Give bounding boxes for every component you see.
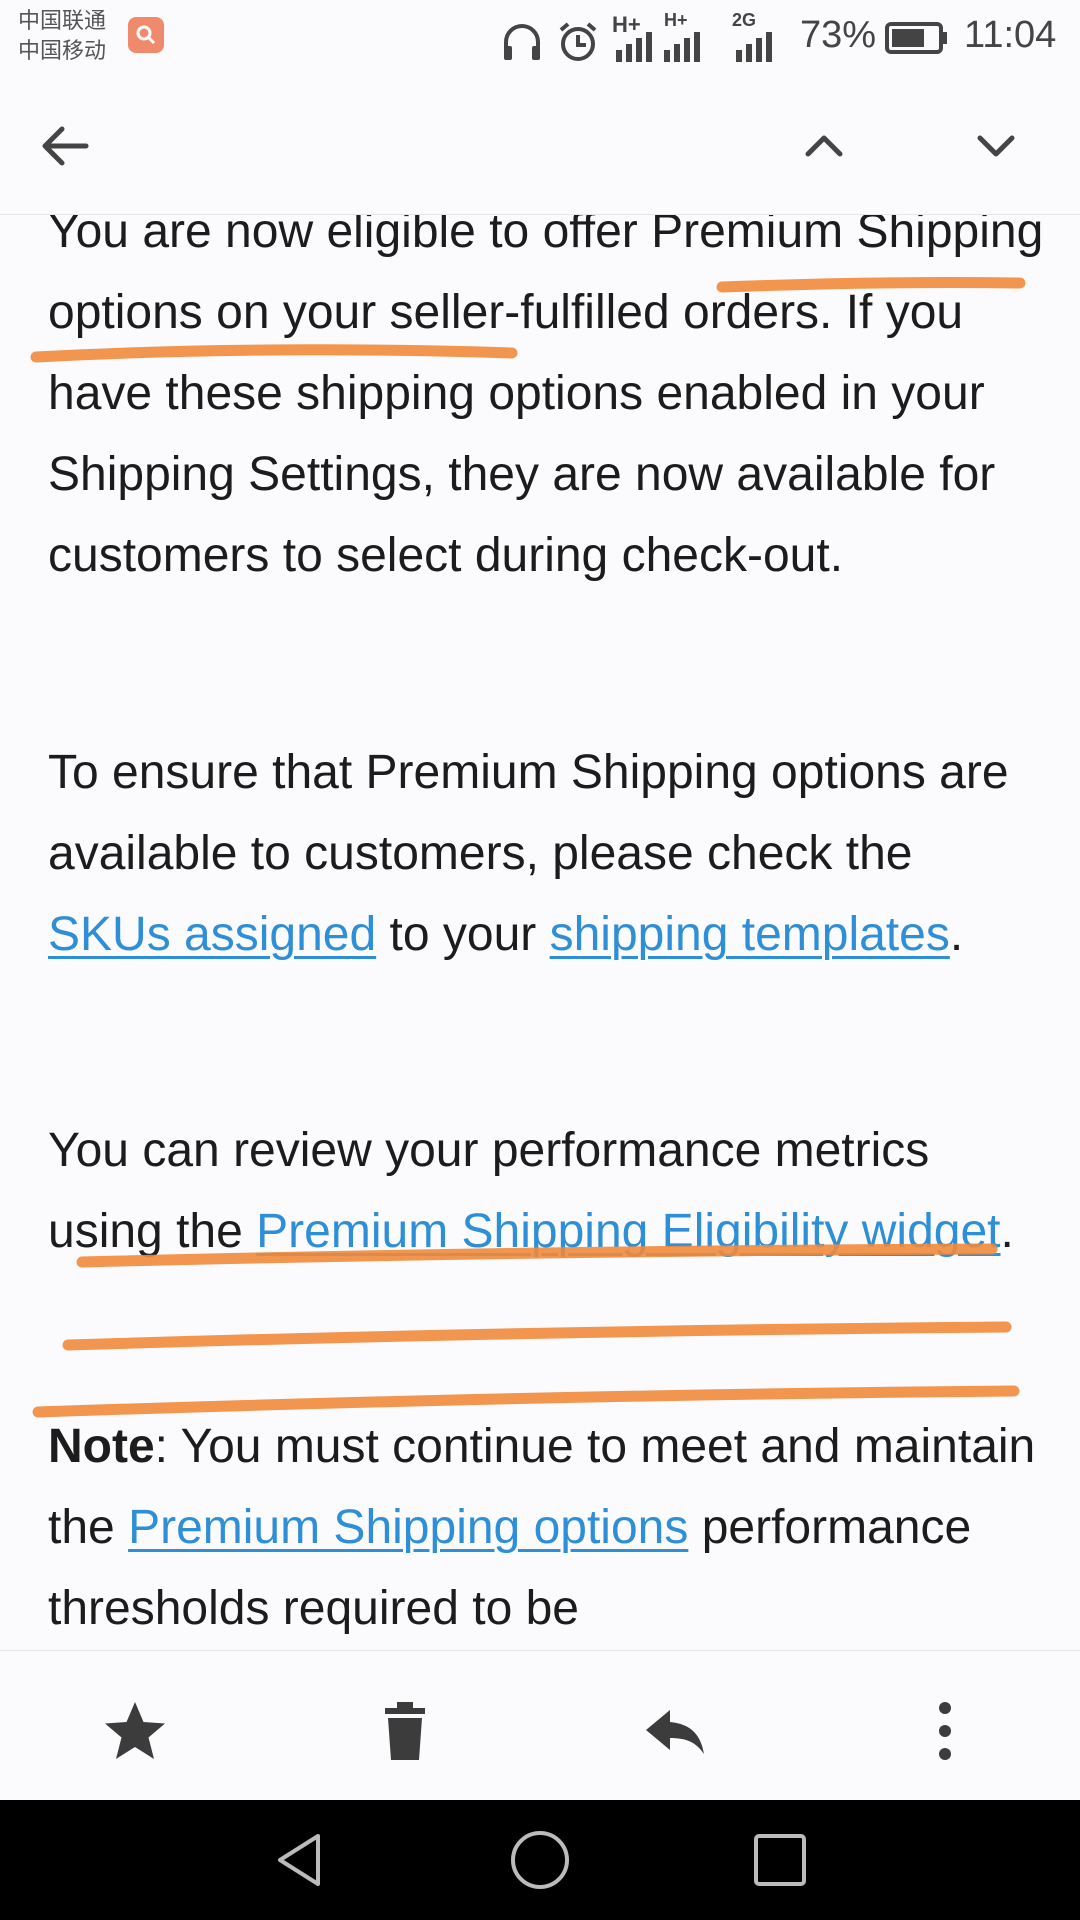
network-type-2: H+ bbox=[664, 10, 688, 30]
text: . bbox=[949, 908, 964, 961]
paragraph-skus: To ensure that Premium Shipping options … bbox=[48, 732, 1048, 975]
nav-back-icon[interactable] bbox=[268, 1828, 332, 1892]
shipping-templates-link[interactable]: shipping templates bbox=[550, 908, 950, 961]
star-icon[interactable] bbox=[100, 1696, 170, 1766]
paragraph-note: Note: You must continue to meet and main… bbox=[48, 1406, 1048, 1649]
battery-icon bbox=[885, 22, 947, 54]
network-type-1: H+ bbox=[612, 12, 641, 37]
email-action-bar bbox=[0, 1650, 1080, 1801]
chevron-up-icon[interactable] bbox=[794, 116, 854, 176]
carrier-1-label: 中国联通 bbox=[18, 8, 107, 33]
note-label: Note bbox=[48, 1420, 155, 1473]
chevron-down-icon[interactable] bbox=[966, 116, 1026, 176]
skus-assigned-link[interactable]: SKUs assigned bbox=[48, 908, 376, 961]
text: . bbox=[1000, 1205, 1014, 1258]
network-type-3: 2G bbox=[732, 10, 756, 30]
nav-recents-icon[interactable] bbox=[748, 1828, 812, 1892]
paragraph-metrics: You can review your performance metrics … bbox=[48, 1110, 1048, 1272]
headphones-icon bbox=[504, 24, 540, 60]
battery-percent: 73% bbox=[800, 14, 877, 56]
email-body[interactable]: You are now eligible to offer Premium Sh… bbox=[0, 215, 1080, 1650]
signal-icon: H+ bbox=[664, 10, 700, 62]
trash-icon[interactable] bbox=[370, 1696, 440, 1766]
alarm-icon bbox=[559, 22, 597, 61]
clock: 11:04 bbox=[964, 14, 1057, 56]
text: To ensure that Premium Shipping options … bbox=[48, 746, 1009, 880]
more-vert-icon[interactable] bbox=[910, 1696, 980, 1766]
eligibility-widget-link[interactable]: Premium Shipping Eligibility widget bbox=[256, 1205, 1000, 1258]
notification-app-icon bbox=[128, 17, 164, 53]
carrier-2-label: 中国移动 bbox=[18, 38, 107, 63]
status-bar: 中国联通 中国移动 H+ H+ 2G 73% 11:04 bbox=[0, 0, 1080, 76]
battery-fill bbox=[892, 29, 924, 47]
highlight-stroke bbox=[62, 1321, 1012, 1351]
signal-icon: H+ bbox=[612, 12, 652, 62]
back-arrow-icon[interactable] bbox=[36, 116, 96, 176]
premium-shipping-options-link[interactable]: Premium Shipping options bbox=[128, 1501, 688, 1554]
paragraph-eligibility: You are now eligible to offer Premium Sh… bbox=[48, 215, 1044, 582]
nav-home-icon[interactable] bbox=[508, 1828, 572, 1892]
signal-icon: 2G bbox=[732, 10, 772, 62]
email-toolbar bbox=[0, 76, 1080, 215]
text: to your bbox=[376, 908, 550, 961]
reply-icon[interactable] bbox=[640, 1696, 710, 1766]
system-nav-bar bbox=[0, 1800, 1080, 1920]
